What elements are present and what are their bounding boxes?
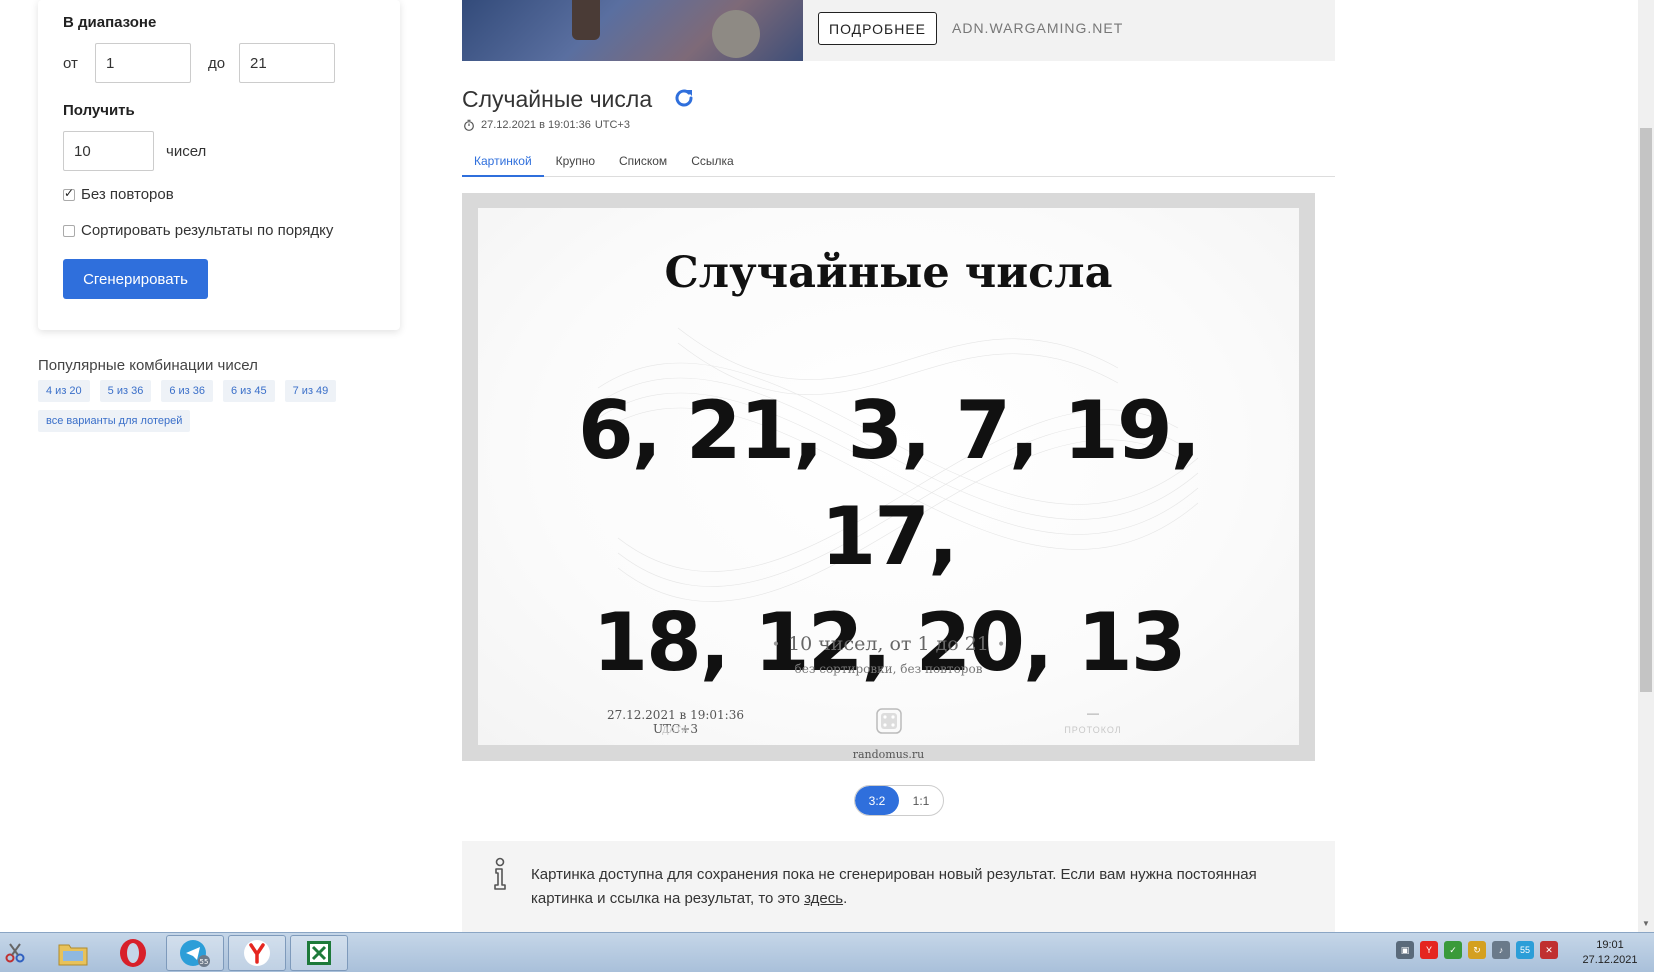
result-image: Случайные числа 6, 21, 3, 7, 19, 17, 18,… xyxy=(478,208,1299,745)
result-summary: • 10 чисел, от 1 до 21 • xyxy=(478,633,1299,655)
result-options-text: без сортировки, без повторов xyxy=(794,662,983,676)
bullet-icon: • xyxy=(996,637,1006,653)
taskbar-telegram[interactable]: 55 xyxy=(166,935,224,971)
page-title: Случайные числа xyxy=(462,86,653,112)
clock-time: 19:01 xyxy=(1596,939,1624,951)
telegram-icon: 55 xyxy=(180,940,210,967)
info-icon xyxy=(494,857,506,890)
range-to-input[interactable] xyxy=(239,43,335,83)
no-repeat-label: Без повторов xyxy=(81,186,174,203)
sort-checkbox[interactable] xyxy=(63,224,75,237)
result-view-tabs: Картинкой Крупно Списком Ссылка xyxy=(462,150,1335,177)
ratio-1-1-option[interactable]: 1:1 xyxy=(899,786,943,815)
combo-tag-5-of-36[interactable]: 5 из 36 xyxy=(99,380,152,402)
tab-list[interactable]: Списком xyxy=(607,150,679,177)
combo-tag-6-of-36[interactable]: 6 из 36 xyxy=(161,380,213,402)
info-notice: Картинка доступна для сохранения пока не… xyxy=(462,841,1335,932)
taskbar-opera[interactable] xyxy=(104,935,162,971)
tray-telegram-icon[interactable]: 55 xyxy=(1516,941,1534,959)
browser-viewport: В диапазоне от до Получить чисел Без пов… xyxy=(0,0,1654,932)
count-input[interactable] xyxy=(63,131,154,171)
popular-combinations-list: 4 из 20 5 из 36 6 из 36 6 из 45 7 из 49 … xyxy=(38,380,378,432)
scroll-down-arrow-icon[interactable]: ▼ xyxy=(1638,916,1654,932)
image-title: Случайные числа xyxy=(664,248,1113,298)
taskbar-clock[interactable]: 19:01 27.12.2021 xyxy=(1580,938,1640,968)
tray-shield-icon[interactable]: ✓ xyxy=(1444,941,1462,959)
generator-settings-card: В диапазоне от до Получить чисел Без пов… xyxy=(38,0,400,330)
numbers-line-1: 6, 21, 3, 7, 19, 17, xyxy=(577,384,1201,583)
ad-more-button[interactable]: ПОДРОБНЕЕ xyxy=(818,12,938,45)
combo-tag-4-of-20[interactable]: 4 из 20 xyxy=(38,380,90,402)
taskbar-yandex-browser[interactable] xyxy=(228,935,286,971)
summary-text: 10 чисел, от 1 до 21 xyxy=(788,633,989,655)
clock-date: 27.12.2021 xyxy=(1582,954,1638,966)
taskbar-excel[interactable] xyxy=(290,935,348,971)
get-heading: Получить xyxy=(63,102,135,119)
taskbar-scissors-app[interactable] xyxy=(0,935,30,971)
range-from-input[interactable] xyxy=(95,43,191,83)
all-lottery-variants-link[interactable]: все варианты для лотерей xyxy=(38,410,191,432)
windows-taskbar: 55 ▣ Y ✓ ↻ ♪ 55 ✕ 19:01 27.12.2021 xyxy=(0,932,1654,972)
timezone-text: UTC+3 xyxy=(594,119,630,131)
info-text: Картинка доступна для сохранения пока не… xyxy=(531,863,1291,911)
tray-flag-icon[interactable]: ✕ xyxy=(1540,941,1558,959)
scrollbar-thumb[interactable] xyxy=(1640,128,1652,692)
to-label: до xyxy=(208,55,226,72)
no-repeat-checkbox[interactable] xyxy=(63,186,75,201)
no-repeat-option[interactable]: Без повторов xyxy=(63,186,174,203)
tray-network-icon[interactable]: ▣ xyxy=(1396,941,1414,959)
info-message: Картинка доступна для сохранения пока не… xyxy=(531,866,1257,907)
bullet-icon: • xyxy=(771,637,781,653)
permanent-link[interactable]: здесь xyxy=(804,890,843,907)
ad-banner[interactable]: ПОДРОБНЕЕ ADN.WARGAMING.NET xyxy=(462,0,1335,61)
ad-image[interactable] xyxy=(462,0,803,61)
combo-tag-7-of-49[interactable]: 7 из 49 xyxy=(284,380,337,402)
tab-picture[interactable]: Картинкой xyxy=(462,150,544,177)
sort-label: Сортировать результаты по порядку xyxy=(81,222,334,239)
tab-large[interactable]: Крупно xyxy=(544,150,607,177)
image-date-caption: ДАТА xyxy=(662,725,689,735)
excel-icon xyxy=(307,941,331,965)
ad-figure xyxy=(572,0,600,40)
stopwatch-icon xyxy=(464,119,474,131)
image-protocol: — xyxy=(1087,706,1099,720)
taskbar-explorer[interactable] xyxy=(44,935,102,971)
aspect-ratio-toggle: 3:2 1:1 xyxy=(854,785,944,816)
combo-tag-6-of-45[interactable]: 6 из 45 xyxy=(222,380,275,402)
timestamp-text: 27.12.2021 в 19:01:36 xyxy=(481,119,591,131)
result-timestamp: 27.12.2021 в 19:01:36 UTC+3 xyxy=(463,119,630,131)
system-tray: ▣ Y ✓ ↻ ♪ 55 ✕ xyxy=(1396,941,1558,959)
opera-icon xyxy=(120,939,146,967)
tray-update-icon[interactable]: ↻ xyxy=(1468,941,1486,959)
yandex-browser-icon xyxy=(244,940,270,966)
count-unit-label: чисел xyxy=(166,143,207,160)
popular-combinations-title: Популярные комбинации чисел xyxy=(38,357,258,374)
tab-link[interactable]: Ссылка xyxy=(679,150,745,177)
sort-option[interactable]: Сортировать результаты по порядку xyxy=(63,222,333,239)
ad-domain-link[interactable]: ADN.WARGAMING.NET xyxy=(952,20,1123,36)
tray-volume-icon[interactable]: ♪ xyxy=(1492,941,1510,959)
telegram-badge: 55 xyxy=(200,958,209,966)
page-scrollbar[interactable]: ▼ xyxy=(1638,0,1654,932)
image-site-watermark: randomus.ru xyxy=(852,748,925,761)
range-heading: В диапазоне xyxy=(63,14,157,31)
image-protocol-caption: ПРОТОКОЛ xyxy=(1064,725,1122,735)
dice-logo-icon xyxy=(876,708,902,734)
result-image-frame: Случайные числа 6, 21, 3, 7, 19, 17, 18,… xyxy=(462,193,1315,761)
generate-button[interactable]: Сгенерировать xyxy=(63,259,208,299)
tray-yandex-icon[interactable]: Y xyxy=(1420,941,1438,959)
from-label: от xyxy=(63,55,78,72)
info-end: . xyxy=(843,890,848,907)
ad-helmet xyxy=(712,10,760,58)
ratio-3-2-option[interactable]: 3:2 xyxy=(855,786,899,815)
scissors-icon xyxy=(5,943,25,963)
folder-icon xyxy=(58,944,88,966)
refresh-icon[interactable] xyxy=(672,86,696,110)
